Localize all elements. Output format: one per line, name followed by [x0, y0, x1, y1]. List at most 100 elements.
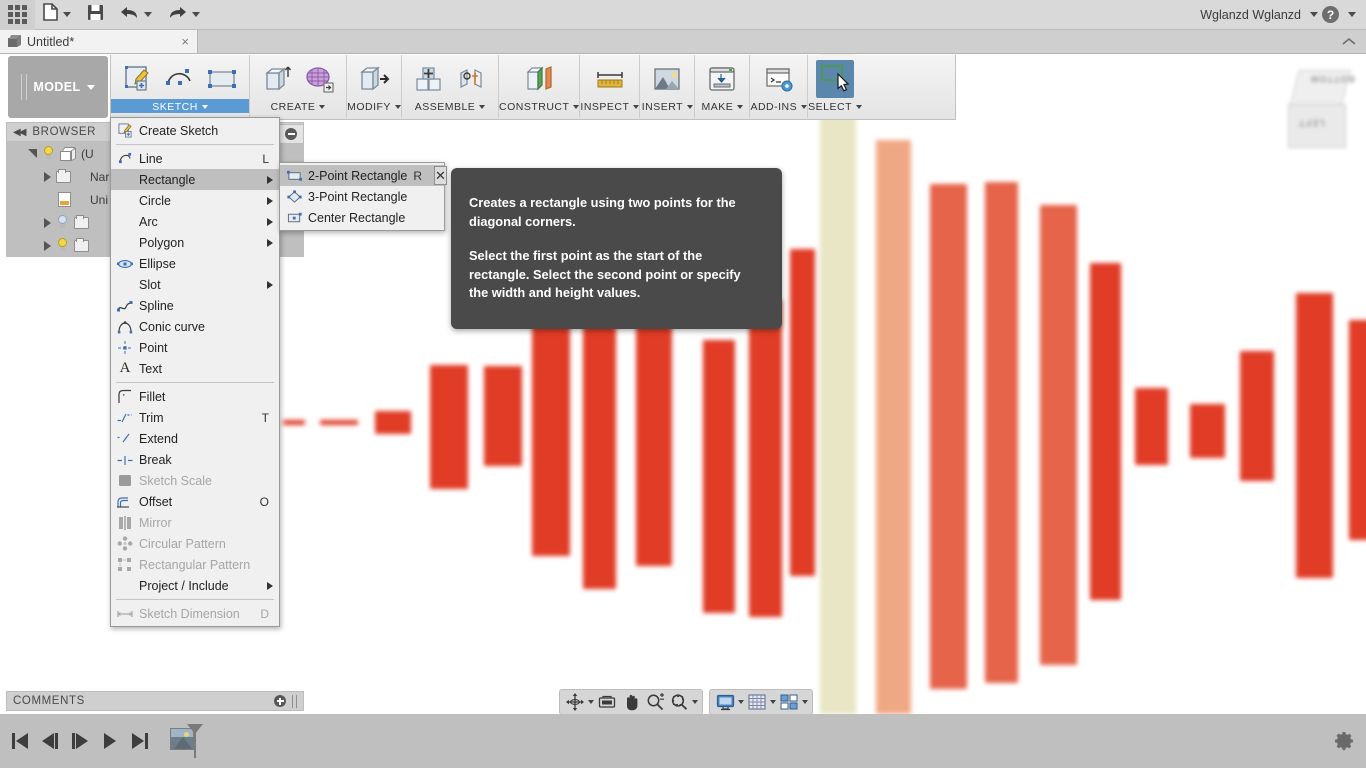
submenu-item-3-point-rectangle[interactable]: 3-Point Rectangle — [280, 186, 444, 207]
submenu-item-center-rectangle[interactable]: Center Rectangle — [280, 207, 444, 228]
display-settings-icon[interactable] — [714, 691, 736, 713]
press-pull-icon[interactable] — [355, 60, 393, 98]
joint-icon[interactable] — [452, 60, 490, 98]
menu-item-text[interactable]: A Text — [111, 358, 279, 379]
ribbon-group-create-label[interactable]: CREATE — [250, 99, 346, 113]
menu-item-conic-curve[interactable]: Conic curve — [111, 316, 279, 337]
grid-snaps-caret-down-icon[interactable] — [770, 700, 776, 704]
scripts-and-addins-icon[interactable] — [760, 60, 798, 98]
menu-item-trim[interactable]: Trim T — [111, 407, 279, 428]
ribbon-group-assemble-label[interactable]: ASSEMBLE — [402, 99, 498, 113]
insert-image-icon[interactable] — [648, 60, 686, 98]
visibility-bulb-icon[interactable] — [56, 215, 69, 230]
redo-button[interactable] — [160, 0, 208, 30]
viewports-icon[interactable] — [778, 691, 800, 713]
apps-grid-button[interactable] — [0, 0, 35, 30]
help-caret-down-icon[interactable] — [1348, 12, 1356, 17]
display-settings-caret-down-icon[interactable] — [738, 700, 744, 704]
ribbon-group-modify-label[interactable]: MODIFY — [347, 99, 401, 113]
browser-collapse-button[interactable] — [278, 124, 304, 144]
menu-item-rectangular-pattern[interactable]: Rectangular Pattern — [111, 554, 279, 575]
3d-print-icon[interactable] — [703, 60, 741, 98]
menu-item-create-sketch[interactable]: Create Sketch — [111, 120, 279, 141]
ribbon-group-select-label[interactable]: SELECT — [808, 99, 863, 113]
menu-item-sketch-dimension[interactable]: Sketch Dimension D — [111, 603, 279, 624]
submenu-item-2-point-rectangle[interactable]: 2-Point Rectangle R ✕ — [280, 165, 447, 186]
comments-panel-header[interactable]: COMMENTS — [6, 691, 304, 711]
document-tab[interactable]: Untitled* × — [0, 30, 198, 53]
settings-gear-icon[interactable] — [1334, 731, 1354, 751]
menu-item-line[interactable]: Line L — [111, 148, 279, 169]
add-comment-icon[interactable] — [274, 695, 286, 707]
comments-grip-icon[interactable] — [292, 694, 297, 708]
expand-arrow-down-icon[interactable] — [28, 149, 37, 158]
ribbon-group-make[interactable]: MAKE — [695, 55, 751, 118]
go-to-end-button[interactable] — [128, 729, 152, 753]
view-cube[interactable]: BOTTOM LEFT — [1282, 66, 1360, 152]
ribbon-group-inspect[interactable]: INSPECT — [580, 55, 641, 118]
menu-item-break[interactable]: Break — [111, 449, 279, 470]
visibility-bulb-icon[interactable] — [56, 238, 69, 253]
workspace-selector[interactable]: MODEL — [8, 56, 108, 118]
look-at-icon[interactable] — [596, 691, 618, 713]
ribbon-group-insert-label[interactable]: INSERT — [640, 99, 694, 113]
menu-item-spline[interactable]: Spline — [111, 295, 279, 316]
go-to-beginning-button[interactable] — [8, 729, 32, 753]
timeline-playhead-icon[interactable] — [187, 724, 203, 758]
zoom-window-caret-down-icon[interactable] — [692, 700, 698, 704]
close-icon[interactable]: ✕ — [434, 166, 447, 185]
menu-item-fillet[interactable]: Fillet — [111, 386, 279, 407]
create-form-icon[interactable] — [300, 60, 338, 98]
ribbon-group-addins[interactable]: ADD-INS — [750, 55, 809, 118]
ribbon-group-construct-label[interactable]: CONSTRUCT — [499, 99, 580, 113]
menu-item-sketch-scale[interactable]: Sketch Scale — [111, 470, 279, 491]
menu-item-extend[interactable]: Extend — [111, 428, 279, 449]
ribbon-group-make-label[interactable]: MAKE — [695, 99, 749, 113]
menu-item-ellipse[interactable]: Ellipse — [111, 253, 279, 274]
expand-arrow-right-icon[interactable] — [44, 171, 51, 182]
new-document-button[interactable] — [35, 0, 79, 30]
select-tool-icon[interactable] — [816, 60, 855, 98]
ribbon-group-sketch[interactable]: SKETCH — [111, 55, 250, 118]
ribbon-group-modify[interactable]: MODIFY — [347, 55, 402, 118]
viewports-caret-down-icon[interactable] — [802, 700, 808, 704]
extrude-icon[interactable] — [258, 60, 296, 98]
pan-hand-icon[interactable] — [620, 691, 642, 713]
zoom-icon[interactable] — [644, 691, 666, 713]
create-sketch-icon[interactable] — [119, 60, 157, 98]
help-icon[interactable]: ? — [1322, 6, 1339, 23]
menu-item-arc[interactable]: Arc — [111, 211, 279, 232]
menu-item-point[interactable]: Point — [111, 337, 279, 358]
menu-item-circle[interactable]: Circle — [111, 190, 279, 211]
measure-icon[interactable] — [591, 60, 629, 98]
ribbon-group-construct[interactable]: CONSTRUCT — [499, 55, 581, 118]
orbit-icon[interactable] — [564, 691, 586, 713]
menu-item-polygon[interactable]: Polygon — [111, 232, 279, 253]
rectangle-tool-icon[interactable] — [203, 60, 241, 98]
ribbon-collapse-button[interactable] — [1332, 30, 1366, 53]
undo-button[interactable] — [112, 0, 160, 30]
ribbon-group-assemble[interactable]: ASSEMBLE — [402, 55, 499, 118]
menu-item-offset[interactable]: Offset O — [111, 491, 279, 512]
collapse-left-icon[interactable]: ◀◀ — [13, 127, 26, 138]
timeline-marker[interactable] — [170, 724, 204, 758]
ribbon-group-insert[interactable]: INSERT — [640, 55, 696, 118]
user-menu-caret-down-icon[interactable] — [1310, 12, 1318, 17]
step-forward-button[interactable] — [68, 729, 92, 753]
expand-arrow-right-icon[interactable] — [44, 217, 51, 228]
zoom-window-icon[interactable] — [668, 691, 690, 713]
save-button[interactable] — [79, 0, 112, 30]
step-back-button[interactable] — [38, 729, 62, 753]
offset-plane-icon[interactable] — [520, 60, 558, 98]
menu-item-mirror[interactable]: Mirror — [111, 512, 279, 533]
menu-item-circular-pattern[interactable]: Circular Pattern — [111, 533, 279, 554]
play-button[interactable] — [98, 729, 122, 753]
menu-item-project-include[interactable]: Project / Include — [111, 575, 279, 596]
ribbon-group-inspect-label[interactable]: INSPECT — [580, 99, 640, 113]
ribbon-group-addins-label[interactable]: ADD-INS — [750, 99, 808, 113]
ribbon-group-sketch-label[interactable]: SKETCH — [111, 99, 249, 113]
menu-item-rectangle[interactable]: Rectangle — [111, 169, 279, 190]
ribbon-group-select[interactable]: SELECT — [808, 55, 863, 118]
line-tool-icon[interactable] — [161, 60, 199, 98]
visibility-bulb-icon[interactable] — [42, 146, 55, 161]
